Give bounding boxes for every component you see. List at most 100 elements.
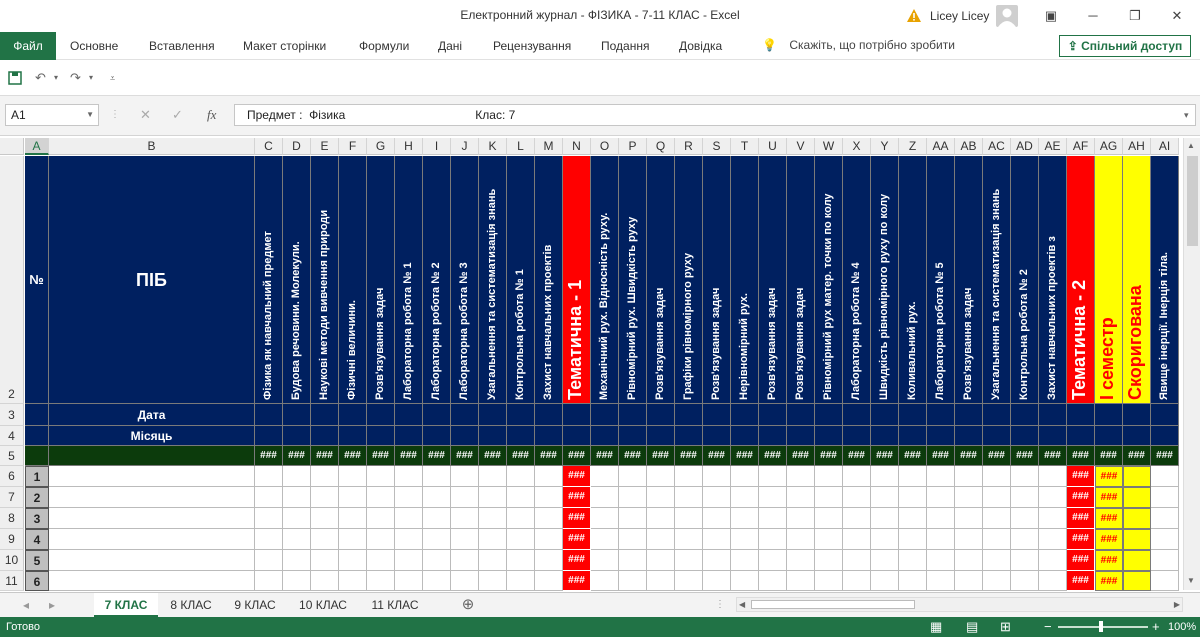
grade-cell-y[interactable] — [871, 529, 899, 550]
hash-cell-r[interactable]: ### — [675, 446, 703, 466]
vertical-header-ac[interactable]: Узагальнення та систематизація знань — [983, 156, 1011, 404]
corrected-cell[interactable] — [1123, 466, 1151, 487]
grade-cell-ai[interactable] — [1151, 487, 1179, 508]
tab-split-handle-icon[interactable]: ⋮ — [712, 593, 728, 617]
grade-cell-s[interactable] — [703, 466, 731, 487]
date-cell-ai[interactable] — [1151, 404, 1179, 426]
column-header-v[interactable]: V — [787, 138, 815, 155]
hash-cell-f[interactable]: ### — [339, 446, 367, 466]
grade-cell-i[interactable] — [423, 487, 451, 508]
hash-cell-x[interactable]: ### — [843, 446, 871, 466]
grade-cell-r[interactable] — [675, 550, 703, 571]
header-name[interactable]: ПІБ — [49, 156, 255, 404]
hash-cell-g[interactable]: ### — [367, 446, 395, 466]
grade-cell-ab[interactable] — [955, 550, 983, 571]
grade-cell-f[interactable] — [339, 508, 367, 529]
thematic-cell-af[interactable]: ### — [1067, 529, 1095, 550]
grade-cell-k[interactable] — [479, 571, 507, 591]
vertical-header-i[interactable]: Лабораторна робота № 2 — [423, 156, 451, 404]
sheet-tab-8[interactable]: 8 КЛАС — [160, 593, 222, 617]
grade-cell-y[interactable] — [871, 466, 899, 487]
semester-cell[interactable]: ### — [1095, 487, 1123, 508]
month-cell-u[interactable] — [759, 426, 787, 446]
grade-cell-z[interactable] — [899, 571, 927, 591]
grade-cell-x[interactable] — [843, 508, 871, 529]
grade-cell-i[interactable] — [423, 529, 451, 550]
column-header-ag[interactable]: AG — [1095, 138, 1123, 155]
date-cell-m[interactable] — [535, 404, 563, 426]
grade-cell-t[interactable] — [731, 529, 759, 550]
grade-cell-y[interactable] — [871, 487, 899, 508]
tab-file[interactable]: Файл — [0, 32, 56, 60]
grade-cell-x[interactable] — [843, 550, 871, 571]
month-row-a[interactable] — [25, 426, 49, 446]
grade-cell-m[interactable] — [535, 529, 563, 550]
month-cell-z[interactable] — [899, 426, 927, 446]
grade-cell-q[interactable] — [647, 529, 675, 550]
month-cell-af[interactable] — [1067, 426, 1095, 446]
grade-cell-ai[interactable] — [1151, 508, 1179, 529]
corrected-cell[interactable] — [1123, 550, 1151, 571]
grade-cell-ae[interactable] — [1039, 550, 1067, 571]
thematic-cell-af[interactable]: ### — [1067, 508, 1095, 529]
grade-cell-c[interactable] — [255, 550, 283, 571]
thematic-cell-n[interactable]: ### — [563, 571, 591, 591]
select-all-corner[interactable] — [0, 138, 24, 155]
corrected-cell[interactable] — [1123, 529, 1151, 550]
hash-cell-j[interactable]: ### — [451, 446, 479, 466]
hash-cell-ac[interactable]: ### — [983, 446, 1011, 466]
enter-icon[interactable]: ✓ — [172, 104, 183, 126]
date-cell-af[interactable] — [1067, 404, 1095, 426]
zoom-level[interactable]: 100% — [1168, 617, 1196, 637]
student-name-cell[interactable] — [49, 487, 255, 508]
grade-cell-aa[interactable] — [927, 466, 955, 487]
undo-dropdown-icon[interactable]: ▾ — [54, 68, 58, 88]
student-number[interactable]: 5 — [25, 550, 49, 571]
customize-qat-icon[interactable]: ⩡ — [110, 68, 115, 88]
grade-cell-ae[interactable] — [1039, 529, 1067, 550]
grade-cell-e[interactable] — [311, 487, 339, 508]
semester-cell[interactable]: ### — [1095, 571, 1123, 591]
student-number[interactable]: 6 — [25, 571, 49, 591]
normal-view-icon[interactable]: ▦ — [930, 617, 942, 637]
vertical-header-j[interactable]: Лабораторна робота № 3 — [451, 156, 479, 404]
month-cell-ab[interactable] — [955, 426, 983, 446]
date-cell-ad[interactable] — [1011, 404, 1039, 426]
vertical-scroll-thumb[interactable] — [1187, 156, 1198, 246]
tab-view[interactable]: Подання — [601, 32, 649, 60]
grade-cell-c[interactable] — [255, 529, 283, 550]
column-header-ah[interactable]: AH — [1123, 138, 1151, 155]
vertical-header-g[interactable]: Розв'язування задач — [367, 156, 395, 404]
month-cell-ai[interactable] — [1151, 426, 1179, 446]
date-cell-y[interactable] — [871, 404, 899, 426]
hash-cell-ah[interactable]: ### — [1123, 446, 1151, 466]
grade-cell-f[interactable] — [339, 571, 367, 591]
scroll-down-icon[interactable]: ▼ — [1187, 576, 1195, 585]
hash-cell-i[interactable]: ### — [423, 446, 451, 466]
grade-cell-q[interactable] — [647, 487, 675, 508]
grade-cell-g[interactable] — [367, 550, 395, 571]
grade-cell-v[interactable] — [787, 571, 815, 591]
grade-cell-k[interactable] — [479, 466, 507, 487]
grade-cell-u[interactable] — [759, 550, 787, 571]
grade-cell-z[interactable] — [899, 550, 927, 571]
vertical-header-ae[interactable]: Захист навчальних проектів з — [1039, 156, 1067, 404]
grade-cell-ac[interactable] — [983, 529, 1011, 550]
grade-cell-s[interactable] — [703, 487, 731, 508]
grade-cell-j[interactable] — [451, 508, 479, 529]
ribbon-display-options-icon[interactable]: ▣ — [1038, 6, 1064, 26]
grade-cell-o[interactable] — [591, 487, 619, 508]
grade-cell-x[interactable] — [843, 466, 871, 487]
month-cell-o[interactable] — [591, 426, 619, 446]
grade-cell-h[interactable] — [395, 529, 423, 550]
grade-cell-o[interactable] — [591, 466, 619, 487]
tab-home[interactable]: Основне — [70, 32, 118, 60]
grade-cell-ad[interactable] — [1011, 529, 1039, 550]
grade-cell-v[interactable] — [787, 466, 815, 487]
grade-cell-k[interactable] — [479, 487, 507, 508]
grade-cell-s[interactable] — [703, 571, 731, 591]
semester-cell[interactable]: ### — [1095, 550, 1123, 571]
date-cell-o[interactable] — [591, 404, 619, 426]
page-layout-view-icon[interactable]: ▤ — [966, 617, 978, 637]
hash-cell-l[interactable]: ### — [507, 446, 535, 466]
